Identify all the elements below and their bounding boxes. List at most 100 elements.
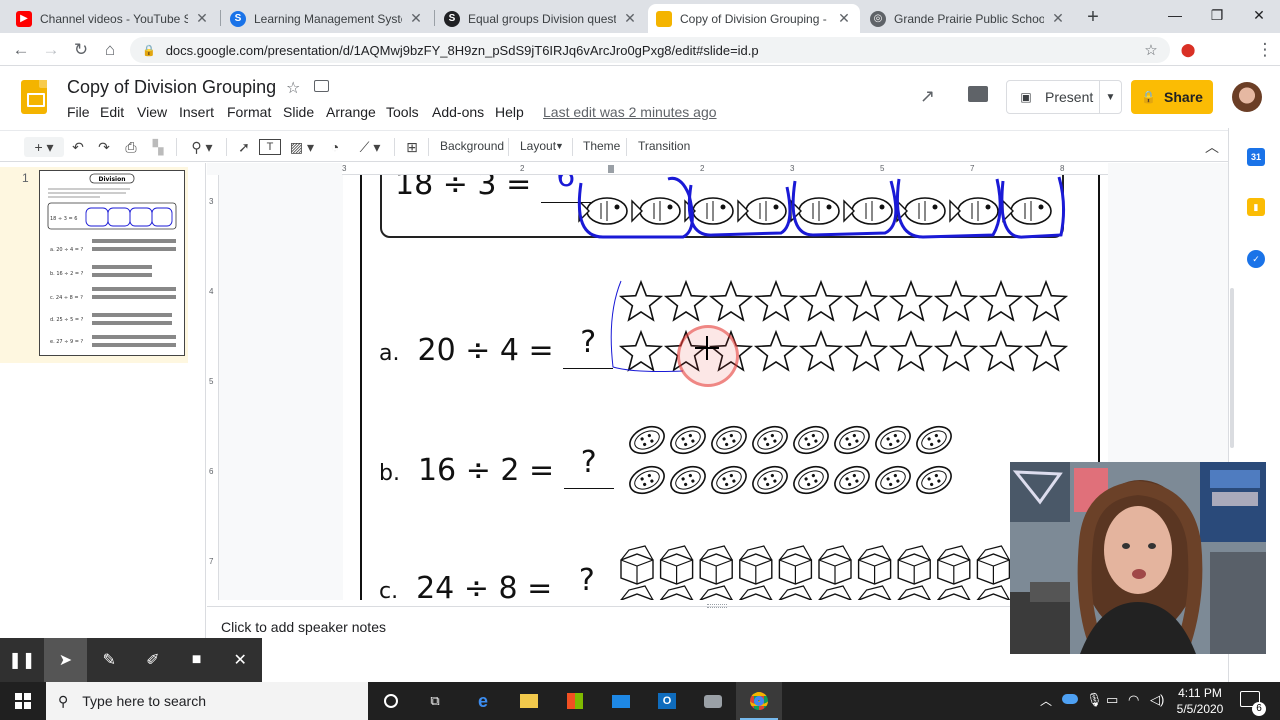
outlook-icon[interactable]: O	[644, 682, 690, 720]
camera-icon[interactable]	[690, 682, 736, 720]
menu-slide[interactable]: Slide	[283, 104, 314, 120]
chrome-icon[interactable]	[736, 682, 782, 720]
menu-help[interactable]: Help	[495, 104, 524, 120]
zoom-icon[interactable]: ⚲ ▾	[184, 137, 220, 157]
last-edit-link[interactable]: Last edit was 2 minutes ago	[543, 104, 717, 120]
webcam-overlay	[1010, 462, 1266, 654]
present-button[interactable]: ▣ Present ▼	[1006, 80, 1122, 114]
system-clock[interactable]: 4:11 PM 5/5/2020	[1170, 685, 1230, 717]
close-icon[interactable]: ✕	[194, 10, 210, 27]
star-icon	[933, 329, 979, 372]
add-comment-icon[interactable]: ⊞	[402, 137, 422, 157]
text-box-icon[interactable]: T	[259, 139, 281, 155]
minimize-button[interactable]: —	[1152, 0, 1198, 30]
browser-tab-lms[interactable]: S Learning Management System ✕	[222, 4, 432, 33]
activity-trend-icon[interactable]: ↗	[920, 86, 935, 107]
mail-icon[interactable]	[598, 682, 644, 720]
browser-tab-equal-groups[interactable]: S Equal groups Division question ✕	[436, 4, 646, 33]
close-icon[interactable]: ✕	[1050, 10, 1066, 27]
menu-arrange[interactable]: Arrange	[326, 104, 376, 120]
menu-tools[interactable]: Tools	[386, 104, 419, 120]
address-bar[interactable]: 🔒 docs.google.com/presentation/d/1AQMwj9…	[130, 37, 1170, 63]
store-icon[interactable]	[552, 682, 598, 720]
cortana-icon[interactable]	[368, 682, 414, 720]
new-tab-button[interactable]: +	[1082, 6, 1104, 28]
comment-icon[interactable]	[968, 86, 988, 102]
move-folder-icon[interactable]	[314, 80, 329, 92]
restore-button[interactable]: ❐	[1194, 0, 1240, 30]
browser-tab-slides[interactable]: Copy of Division Grouping - G ✕	[648, 4, 860, 33]
print-icon[interactable]: ⎙	[120, 137, 142, 157]
line-icon[interactable]: ⟋ ▾	[352, 137, 388, 157]
browser-tab-youtube[interactable]: ▶ Channel videos - YouTube Stud ✕	[8, 4, 218, 33]
show-hidden-icons[interactable]: ︿	[1040, 692, 1052, 709]
task-view-icon[interactable]: ⧉	[412, 682, 458, 720]
pause-icon[interactable]: ❚❚	[0, 638, 44, 682]
undo-icon[interactable]: ↶	[68, 137, 88, 157]
back-button[interactable]: ←	[8, 37, 34, 63]
keep-icon[interactable]: ▮	[1247, 198, 1265, 216]
star-icon[interactable]: ☆	[286, 78, 300, 98]
answer-blank: ?	[580, 325, 597, 360]
battery-icon[interactable]: ▭	[1106, 692, 1118, 708]
close-icon[interactable]: ✕	[408, 10, 424, 27]
extension-icon[interactable]: ⬤	[1175, 37, 1201, 63]
menu-view[interactable]: View	[137, 104, 167, 120]
slides-logo[interactable]	[21, 80, 47, 114]
menu-addons[interactable]: Add-ons	[432, 104, 484, 120]
theme-button[interactable]: Theme	[583, 139, 620, 153]
vertical-ruler[interactable]: 3 4 5 6 7	[207, 175, 219, 600]
ruler-tick: 8	[1060, 164, 1065, 173]
shape-icon[interactable]: ◔	[324, 137, 346, 157]
reload-button[interactable]: ↻	[68, 37, 94, 63]
horizontal-ruler[interactable]: 3 2 1 2 3 5 7 8	[342, 163, 1108, 175]
select-arrow-icon[interactable]: ➚	[234, 137, 254, 157]
user-avatar[interactable]	[1232, 82, 1262, 112]
forward-button[interactable]: →	[38, 37, 64, 63]
browser-tab-district[interactable]: ◎ Grande Prairie Public School D ✕	[862, 4, 1074, 33]
windows-start-icon[interactable]	[0, 682, 46, 720]
edge-icon[interactable]: e	[460, 682, 506, 720]
calendar-icon[interactable]: 31	[1247, 148, 1265, 166]
scrollbar[interactable]	[1230, 288, 1234, 448]
menu-file[interactable]: File	[67, 104, 90, 120]
equals-sign: =	[528, 333, 554, 368]
image-icon[interactable]: ▨ ▾	[286, 137, 318, 157]
volume-icon[interactable]: ◁)	[1150, 692, 1164, 708]
toolbar-divider	[626, 138, 627, 156]
microphone-icon[interactable]: 🎙	[1086, 692, 1103, 708]
chevron-down-icon[interactable]: ▼	[1099, 81, 1121, 113]
bookmark-star-icon[interactable]: ☆	[1138, 37, 1164, 63]
window-close-button[interactable]: ✕	[1236, 0, 1280, 30]
share-button[interactable]: 🔒 Share	[1131, 80, 1213, 114]
menu-format[interactable]: Format	[227, 104, 271, 120]
pointer-tool-icon[interactable]: ➤	[43, 638, 88, 682]
background-button[interactable]: Background	[440, 139, 504, 153]
onedrive-icon[interactable]	[1062, 694, 1078, 704]
menu-edit[interactable]: Edit	[100, 104, 124, 120]
menu-insert[interactable]: Insert	[179, 104, 214, 120]
file-explorer-icon[interactable]	[506, 682, 552, 720]
ruler-indent-marker[interactable]	[608, 165, 614, 173]
close-icon[interactable]: ✕	[836, 10, 852, 27]
wifi-icon[interactable]: ◠	[1128, 692, 1139, 708]
windows-search-box[interactable]: ⚲ Type here to search	[46, 682, 368, 720]
tasks-icon[interactable]: ✓	[1247, 250, 1265, 268]
close-icon[interactable]: ✕	[622, 10, 638, 27]
transition-button[interactable]: Transition	[638, 139, 690, 153]
redo-icon[interactable]: ↷	[94, 137, 114, 157]
webcam-toggle-icon[interactable]: ■	[175, 638, 219, 682]
highlighter-tool-icon[interactable]: ✐	[131, 638, 175, 682]
paint-format-icon[interactable]: ▚	[148, 137, 168, 157]
notes-resize-handle[interactable]	[707, 604, 727, 608]
pen-tool-icon[interactable]: ✎	[87, 638, 131, 682]
slide-thumbnail[interactable]: Division 18 ÷ 3 = 6 a. 20 ÷ 4 = ? b. 16 …	[39, 170, 185, 356]
home-icon[interactable]: ⌂	[97, 37, 123, 63]
new-slide-button[interactable]: + ▾	[24, 137, 64, 157]
document-title[interactable]: Copy of Division Grouping	[67, 77, 276, 98]
collapse-chevron-icon[interactable]: ︿	[1202, 137, 1222, 157]
browser-menu-icon[interactable]: ⋮	[1252, 37, 1278, 63]
slide-page[interactable]: 18 ÷ 3 = 6 a. 20 ÷ 4 = ? b. 16 ÷ 2 = ? c…	[343, 175, 1108, 600]
close-icon[interactable]: ✕	[218, 638, 262, 682]
layout-button[interactable]: Layout	[520, 139, 556, 153]
